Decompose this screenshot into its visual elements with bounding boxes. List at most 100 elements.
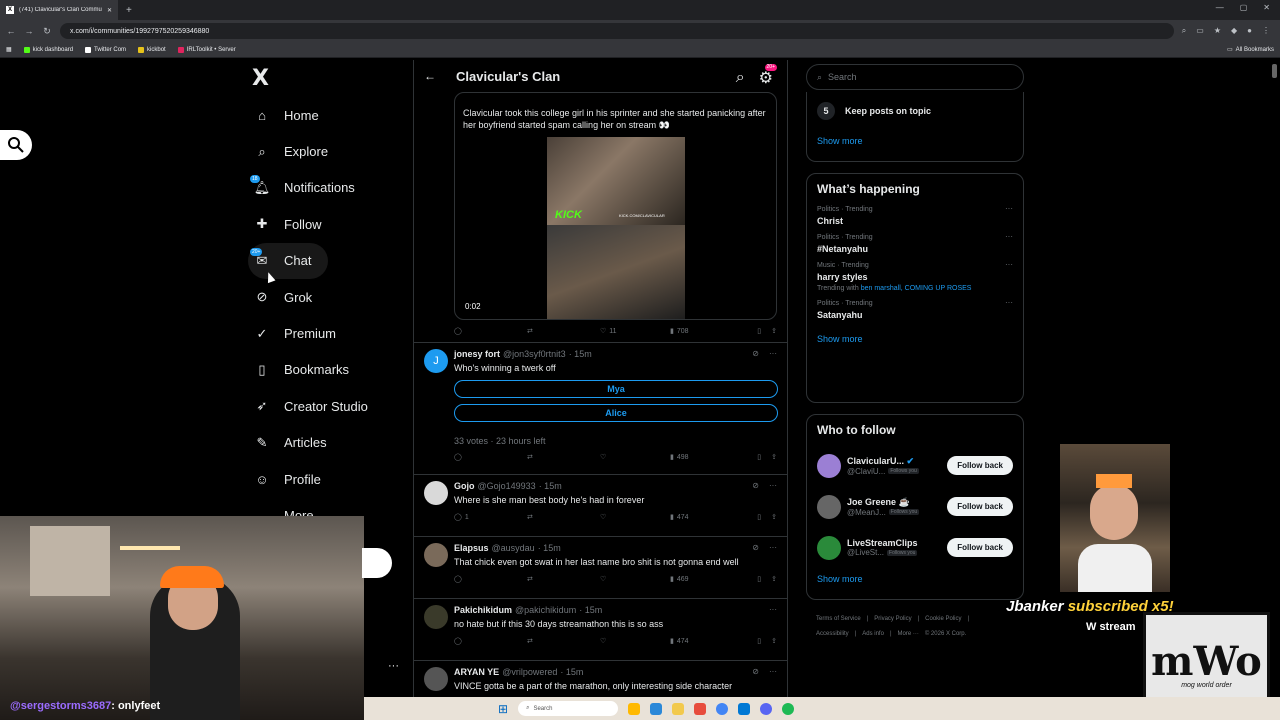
- spotify-icon[interactable]: [782, 702, 795, 715]
- footer-link[interactable]: Accessibility: [816, 631, 849, 637]
- show-more-link[interactable]: Show more: [807, 136, 1023, 146]
- grok-icon[interactable]: ⊘: [752, 349, 759, 358]
- discord-icon[interactable]: [760, 702, 773, 715]
- avatar[interactable]: [817, 453, 841, 478]
- avatar[interactable]: [817, 494, 841, 519]
- back-arrow-icon[interactable]: ←: [424, 69, 436, 83]
- like-button[interactable]: ♡: [600, 637, 670, 645]
- reload-icon[interactable]: ↻: [42, 26, 52, 37]
- show-more-link[interactable]: Show more: [807, 334, 1023, 344]
- more-dots-icon[interactable]: ···: [769, 667, 777, 676]
- bookmark-icon[interactable]: ▯: [757, 637, 761, 645]
- x-logo[interactable]: X: [252, 66, 269, 91]
- like-button[interactable]: ♡: [600, 453, 670, 461]
- nav-explore[interactable]: ⌕ Explore: [248, 133, 408, 169]
- share-icon[interactable]: ⇪: [771, 575, 777, 583]
- bookmark-kick-dashboard[interactable]: kick dashboard: [23, 46, 73, 53]
- bookmark-icon[interactable]: ▯: [757, 575, 761, 583]
- share-icon[interactable]: ⇪: [771, 637, 777, 645]
- taskbar-app-icon[interactable]: [650, 702, 663, 715]
- footer-link[interactable]: Privacy Policy: [874, 616, 911, 622]
- follow-back-button[interactable]: Follow back: [947, 538, 1013, 557]
- url-field[interactable]: x.com/i/communities/1992797520259346880: [60, 23, 1174, 39]
- scrollbar-thumb[interactable]: [1272, 64, 1277, 78]
- search-icon[interactable]: ⌕: [736, 69, 745, 87]
- author-name[interactable]: ARYAN YE: [454, 667, 499, 677]
- views-button[interactable]: ▮ 708: [670, 327, 746, 336]
- video-player[interactable]: KICK KICK.COM/CLAVICULAR: [547, 137, 685, 319]
- follow-back-button[interactable]: Follow back: [947, 497, 1013, 516]
- community-settings-icon[interactable]: ⚙ 20+: [759, 64, 777, 88]
- like-button[interactable]: ♡: [600, 575, 670, 583]
- bookmark-irltoolkit[interactable]: IRLToolkit • Server: [177, 46, 236, 53]
- avatar[interactable]: [424, 481, 448, 505]
- back-icon[interactable]: ←: [6, 26, 16, 36]
- browser-tab[interactable]: X (741) Clavicular's Clan Communi ✕: [0, 0, 118, 20]
- cast-icon[interactable]: ▭: [1196, 26, 1204, 36]
- chrome-icon[interactable]: [716, 702, 729, 715]
- repost-button[interactable]: ⇄: [527, 453, 600, 461]
- nav-chat[interactable]: ✉ 20+ Chat: [248, 242, 328, 279]
- tweet[interactable]: J jonesy fort @jon3syf0rtnit3 · 15m Who's …: [414, 342, 787, 474]
- repost-button[interactable]: ⇄: [527, 513, 600, 521]
- repost-button[interactable]: ⇄: [527, 575, 600, 583]
- overlay-tab[interactable]: [362, 548, 392, 578]
- all-bookmarks[interactable]: ▭ All Bookmarks: [1227, 46, 1274, 54]
- magnifier-icon[interactable]: [0, 130, 32, 160]
- taskbar-app-icon[interactable]: [738, 702, 751, 715]
- nav-home[interactable]: ⌂ Home: [248, 97, 408, 133]
- nav-articles[interactable]: ✎ Articles: [248, 425, 408, 461]
- reply-button[interactable]: ◯: [454, 327, 527, 335]
- show-more-link[interactable]: Show more: [807, 574, 1023, 584]
- footer-link[interactable]: Ads info: [862, 631, 884, 637]
- avatar[interactable]: J: [424, 349, 448, 373]
- taskbar-search[interactable]: ⌕ Search: [518, 701, 619, 716]
- follow-back-button[interactable]: Follow back: [947, 456, 1013, 475]
- nav-notifications[interactable]: 🔔︎ 18 Notifications: [248, 170, 408, 206]
- more-dots-icon[interactable]: ···: [388, 660, 399, 672]
- follow-suggestion[interactable]: Joe Greene ☕ @MeanJ... Follows you Follow…: [807, 486, 1023, 527]
- bookmark-kickbot[interactable]: kickbot: [138, 46, 166, 53]
- more-dots-icon[interactable]: ···: [769, 543, 777, 552]
- folder-icon[interactable]: [672, 702, 685, 715]
- avatar[interactable]: [424, 605, 448, 629]
- rule-item[interactable]: 5 Keep posts on topic: [807, 92, 1023, 120]
- profile-avatar-icon[interactable]: ●: [1247, 26, 1252, 36]
- nav-creator-studio[interactable]: ➶ Creator Studio: [248, 388, 408, 424]
- trend-item[interactable]: Politics · Trending Christ ···: [807, 204, 1023, 232]
- author-handle[interactable]: @pakichikidum: [515, 605, 576, 615]
- close-window-icon[interactable]: ✕: [1263, 3, 1270, 12]
- reply-button[interactable]: ◯ 1: [454, 513, 527, 522]
- views-button[interactable]: ▮ 498: [670, 453, 746, 462]
- trend-item[interactable]: Politics · Trending #Netanyahu ···: [807, 232, 1023, 260]
- author-handle[interactable]: @ausydau: [492, 543, 535, 553]
- extension-icon[interactable]: ◆: [1231, 26, 1237, 36]
- reply-button[interactable]: ◯: [454, 637, 527, 645]
- repost-button[interactable]: ⇄: [527, 327, 600, 335]
- nav-grok[interactable]: ⊘ Grok: [248, 279, 408, 315]
- menu-dots-icon[interactable]: ⋮: [1262, 26, 1270, 36]
- grok-icon[interactable]: ⊘: [752, 667, 759, 676]
- star-icon[interactable]: ★: [1214, 26, 1221, 36]
- reply-button[interactable]: ◯: [454, 575, 527, 583]
- follow-suggestion[interactable]: LiveStreamClips @LiveSt... Follows you Fo…: [807, 527, 1023, 568]
- minimize-icon[interactable]: —: [1216, 3, 1224, 12]
- nav-profile[interactable]: ☺ Profile: [248, 461, 408, 497]
- tweet[interactable]: Gojo @Gojo149933 · 15m Where is she man be…: [414, 474, 787, 536]
- tab-close-icon[interactable]: ✕: [107, 7, 112, 14]
- avatar[interactable]: [817, 535, 841, 560]
- trend-item[interactable]: Politics · Trending Satanyahu ···: [807, 298, 1023, 326]
- zoom-icon[interactable]: ⌕: [1182, 26, 1186, 36]
- author-handle[interactable]: @Gojo149933: [478, 481, 536, 491]
- nav-follow[interactable]: ✚ Follow: [248, 206, 408, 242]
- poll-option[interactable]: Mya: [454, 380, 778, 398]
- bookmark-icon[interactable]: ▯: [757, 513, 761, 521]
- nav-premium[interactable]: ✓ Premium: [248, 315, 408, 351]
- nav-bookmarks[interactable]: ▯ Bookmarks: [248, 352, 408, 388]
- avatar[interactable]: [424, 667, 448, 691]
- bookmark-icon[interactable]: ▯: [757, 327, 761, 335]
- more-dots-icon[interactable]: ···: [769, 605, 777, 614]
- maximize-icon[interactable]: ▢: [1240, 3, 1248, 12]
- views-button[interactable]: ▮ 474: [670, 637, 746, 646]
- more-dots-icon[interactable]: ···: [769, 349, 777, 358]
